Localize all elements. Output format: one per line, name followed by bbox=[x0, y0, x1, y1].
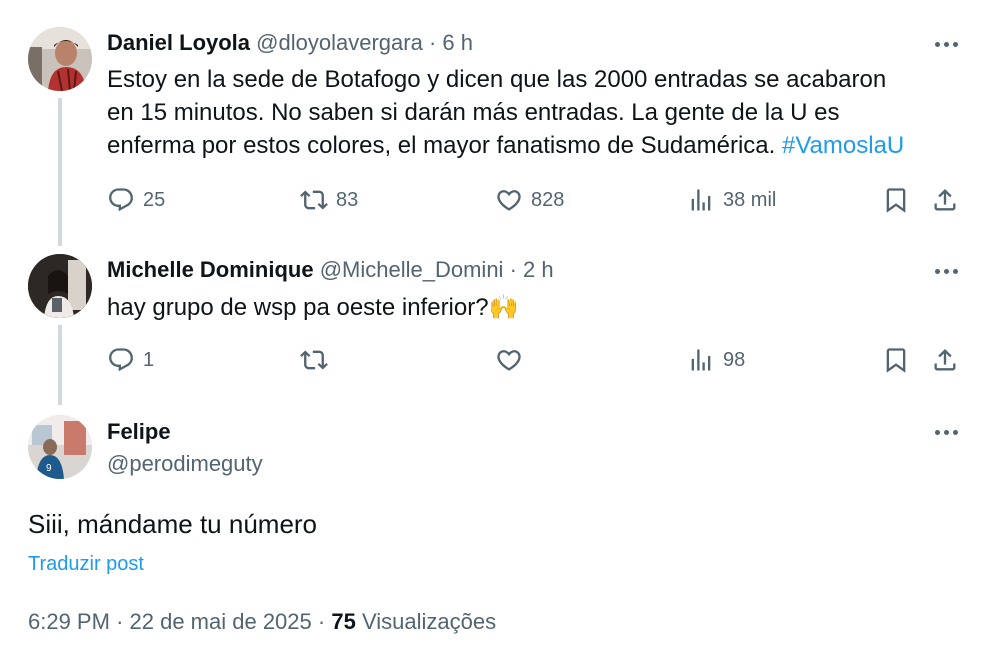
views-button[interactable]: 38 mil bbox=[687, 185, 776, 215]
action-bar: 1 98 bbox=[107, 345, 959, 375]
author-handle[interactable]: @perodimeguty bbox=[107, 450, 263, 478]
timestamp[interactable]: 2 h bbox=[523, 257, 554, 282]
thread-line bbox=[58, 325, 62, 405]
views-icon bbox=[691, 189, 711, 211]
avatar[interactable] bbox=[28, 254, 92, 318]
tweet-text-part: hay grupo de wsp pa oeste inferior? bbox=[107, 294, 489, 321]
more-icon[interactable] bbox=[926, 30, 966, 58]
retweet-count: 83 bbox=[336, 188, 359, 211]
bookmark-icon bbox=[886, 188, 906, 213]
tweet-text: Siii, mándame tu número bbox=[28, 509, 318, 539]
bookmark-button[interactable] bbox=[882, 185, 910, 215]
post-time[interactable]: 6:29 PM bbox=[28, 609, 110, 634]
reply-count: 1 bbox=[143, 348, 155, 371]
separator: · bbox=[428, 30, 437, 55]
author-name[interactable]: Daniel Loyola bbox=[107, 30, 250, 55]
author-name[interactable]: Michelle Dominique bbox=[107, 257, 314, 282]
avatar[interactable] bbox=[28, 27, 92, 91]
timestamp[interactable]: 6 h bbox=[442, 30, 473, 55]
reply-icon bbox=[109, 188, 133, 212]
like-button[interactable] bbox=[495, 345, 523, 375]
views-count: 38 mil bbox=[723, 188, 777, 211]
tweet-text-part: enferma por estos colores, el mayor fana… bbox=[107, 132, 776, 159]
reply-count: 25 bbox=[143, 188, 166, 211]
share-icon bbox=[934, 349, 956, 371]
like-button[interactable]: 828 bbox=[495, 185, 564, 215]
author-handle[interactable]: @Michelle_Domini bbox=[320, 257, 504, 282]
like-count: 828 bbox=[531, 188, 565, 211]
like-icon bbox=[497, 350, 521, 371]
separator: · bbox=[509, 257, 517, 282]
more-icon[interactable] bbox=[926, 418, 966, 446]
author-name[interactable]: Felipe bbox=[107, 418, 171, 446]
separator: · bbox=[317, 609, 326, 634]
retweet-icon bbox=[300, 350, 328, 370]
views-button[interactable]: 98 bbox=[687, 345, 745, 375]
tweet-header: Michelle Dominique @Michelle_Domini · 2 … bbox=[107, 256, 554, 284]
views-count: 98 bbox=[723, 348, 746, 371]
more-icon[interactable] bbox=[926, 257, 966, 285]
share-button[interactable] bbox=[931, 185, 959, 215]
retweet-button[interactable] bbox=[300, 345, 328, 375]
raising-hands-emoji: 🙌 bbox=[488, 294, 519, 321]
tweet-text-line: enferma por estos colores, el mayor fana… bbox=[107, 129, 904, 162]
tweet-header: Daniel Loyola @dloyolavergara · 6 h bbox=[107, 29, 473, 57]
svg-text:9: 9 bbox=[46, 463, 52, 474]
action-bar: 25 83 828 38 mil bbox=[107, 185, 959, 215]
reply-button[interactable]: 25 bbox=[107, 185, 165, 215]
reply-button[interactable]: 1 bbox=[107, 345, 154, 375]
avatar[interactable]: 9 bbox=[28, 415, 92, 479]
hashtag-link[interactable]: #VamoslaU bbox=[782, 132, 904, 159]
translate-link[interactable]: Traduzir post bbox=[28, 550, 144, 578]
bookmark-icon bbox=[886, 348, 906, 373]
tweet-text-line: en 15 minutos. No saben si darán más ent… bbox=[107, 99, 840, 126]
like-icon bbox=[497, 190, 521, 211]
share-button[interactable] bbox=[931, 345, 959, 375]
tweet-text: hay grupo de wsp pa oeste inferior?🙌 bbox=[107, 291, 518, 324]
reply-icon bbox=[109, 348, 133, 372]
thread-line bbox=[58, 98, 62, 246]
post-date[interactable]: 22 de mai de 2025 bbox=[130, 609, 312, 634]
tweet-text-line: Estoy en la sede de Botafogo y dicen que… bbox=[107, 66, 887, 93]
tweet-text: Estoy en la sede de Botafogo y dicen que… bbox=[107, 63, 904, 162]
author-handle[interactable]: @dloyolavergara bbox=[256, 30, 423, 55]
bookmark-button[interactable] bbox=[882, 345, 910, 375]
share-icon bbox=[934, 189, 956, 211]
views-total: 75 bbox=[331, 609, 356, 634]
separator: · bbox=[116, 609, 124, 634]
tweet-meta: 6:29 PM · 22 de mai de 2025 · 75 Visuali… bbox=[28, 607, 496, 637]
views-label: Visualizações bbox=[361, 609, 497, 634]
retweet-button[interactable]: 83 bbox=[300, 185, 358, 215]
retweet-icon bbox=[300, 190, 328, 210]
views-icon bbox=[691, 349, 711, 371]
